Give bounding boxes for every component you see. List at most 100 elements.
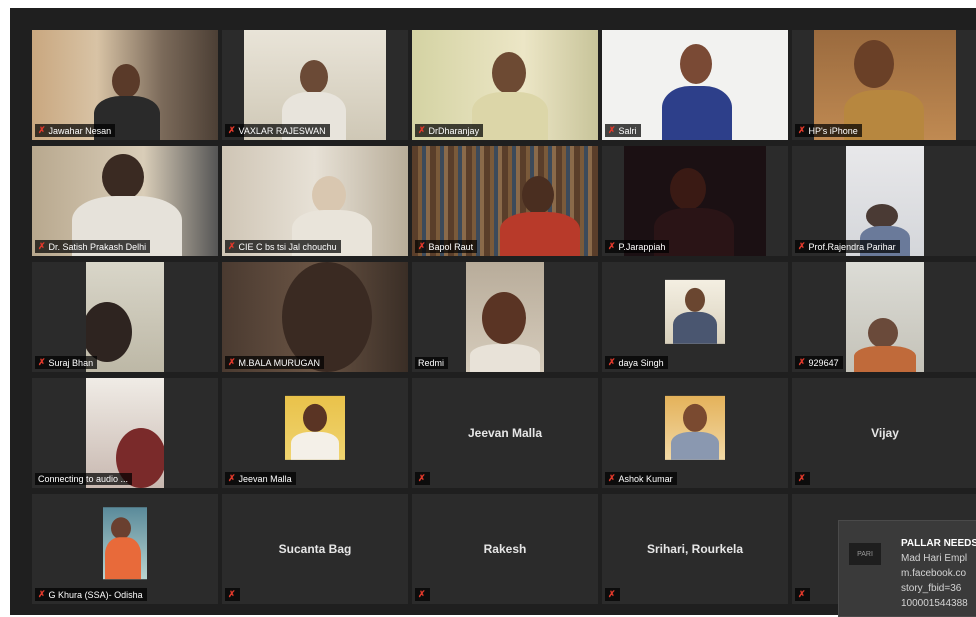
name-tag: ✗ 929647 [795,356,843,369]
participant-video [86,378,164,488]
participant-figure [522,176,554,214]
participant-tile[interactable]: ✗ M.BALA MURUGAN [222,262,408,372]
muted-mic-icon: ✗ [608,241,616,251]
participant-name: Dr. Satish Prakash Delhi [48,241,147,252]
participant-video [846,262,924,372]
participant-name: Prof.Rajendra Parihar [808,241,896,252]
notification-line: Mad Hari Empl [901,553,968,564]
participant-tile[interactable]: Jeevan Malla ✗ [412,378,598,488]
participant-tile[interactable]: ✗ Prof.Rajendra Parihar [792,146,976,256]
participant-figure [500,212,580,256]
name-tag: ✗ M.BALA MURUGAN [225,356,325,369]
participant-tile[interactable]: ✗ 929647 [792,262,976,372]
participant-tile[interactable]: ✗ Salri [602,30,788,140]
participant-name: Connecting to audio ... [38,474,129,484]
participant-tile[interactable]: ✗ VAXLAR RAJESWAN [222,30,408,140]
participant-tile[interactable]: Rakesh ✗ [412,494,598,604]
participant-figure [662,86,732,140]
participant-tile[interactable]: Vijay ✗ [792,378,976,488]
notification-title: PALLAR NEEDS [901,538,976,549]
muted-mic-icon: ✗ [38,125,46,135]
participant-figure [685,287,705,312]
name-tag: ✗ Salri [605,124,641,137]
notification-logo: PARI [849,543,881,565]
participant-figure [854,40,894,88]
muted-mic-icon: ✗ [418,589,426,599]
participant-figure [492,52,526,94]
participant-tile[interactable]: ✗ HP's iPhone [792,30,976,140]
name-tag: ✗ [225,588,240,601]
participant-tile[interactable]: ✗ Suraj Bhan [32,262,218,372]
participant-name: Bapol Raut [428,241,474,252]
participant-photo [665,395,725,460]
muted-mic-icon: ✗ [608,125,616,135]
notification-line: 100001544388 [901,598,968,609]
muted-mic-icon: ✗ [798,473,806,483]
participant-figure [111,517,131,540]
name-tag: ✗ [415,472,430,485]
muted-mic-icon: ✗ [798,589,806,599]
participant-figure [300,60,328,94]
name-tag: ✗ daya Singh [605,356,668,369]
participant-tile[interactable]: Connecting to audio ... [32,378,218,488]
participant-gallery: ✗ Jawahar Nesan ✗ VAXLAR RAJESWAN ✗ DrDhara… [32,30,976,615]
participant-display-name: Sucanta Bag [278,542,352,556]
participant-tile[interactable]: ✗ Dr. Satish Prakash Delhi [32,146,218,256]
participant-photo [285,395,345,460]
participant-name: DrDharanjay [428,125,480,136]
muted-mic-icon: ✗ [798,357,806,367]
name-tag: ✗ Jeevan Malla [225,472,296,485]
name-tag: ✗ Suraj Bhan [35,356,98,369]
participant-figure [670,168,706,210]
participant-figure [854,346,916,372]
muted-mic-icon: ✗ [418,241,426,251]
participant-figure [312,176,346,214]
participant-figure [86,302,132,362]
name-tag: ✗ CIE C bs tsi Jal chouchu [225,240,341,253]
participant-tile[interactable]: ✗ G Khura (SSA)- Odisha [32,494,218,604]
name-tag: ✗ [605,588,620,601]
muted-mic-icon: ✗ [228,241,236,251]
participant-tile[interactable]: ✗ DrDharanjay [412,30,598,140]
participant-figure [680,44,712,84]
participant-tile[interactable]: ✗ daya Singh [602,262,788,372]
participant-name: Suraj Bhan [48,357,94,368]
notification-popup[interactable]: PARI PALLAR NEEDS Mad Hari Empl m.facebo… [838,520,976,617]
name-tag: ✗ Dr. Satish Prakash Delhi [35,240,151,253]
participant-tile[interactable]: Sucanta Bag ✗ [222,494,408,604]
name-tag: ✗ Bapol Raut [415,240,478,253]
participant-figure [673,311,717,344]
participant-tile[interactable]: Srihari, Rourkela ✗ [602,494,788,604]
participant-tile[interactable]: ✗ P.Jarappiah [602,146,788,256]
muted-mic-icon: ✗ [608,589,616,599]
muted-mic-icon: ✗ [38,357,46,367]
name-tag: ✗ HP's iPhone [795,124,862,137]
participant-tile[interactable]: ✗ Ashok Kumar [602,378,788,488]
participant-name: daya Singh [618,357,664,368]
participant-name: P.Jarappiah [618,241,666,252]
participant-figure [105,537,141,580]
muted-mic-icon: ✗ [798,241,806,251]
name-tag: ✗ DrDharanjay [415,124,484,137]
participant-tile[interactable]: ✗ Jawahar Nesan [32,30,218,140]
participant-name: G Khura (SSA)- Odisha [48,589,143,600]
participant-name: Redmi [418,358,445,368]
participant-name: HP's iPhone [808,125,858,136]
participant-name: Jawahar Nesan [48,125,112,136]
muted-mic-icon: ✗ [228,473,236,483]
participant-tile[interactable]: ✗ Jeevan Malla [222,378,408,488]
participant-tile[interactable]: ✗ CIE C bs tsi Jal chouchu [222,146,408,256]
muted-mic-icon: ✗ [38,589,46,599]
participant-figure [683,403,707,432]
muted-mic-icon: ✗ [798,125,806,135]
participant-figure [102,154,144,200]
participant-photo [103,507,147,580]
participant-tile[interactable]: Redmi [412,262,598,372]
name-tag: ✗ [415,588,430,601]
participant-video [466,262,544,372]
participant-display-name: Srihari, Rourkela [646,542,744,556]
name-tag: ✗ G Khura (SSA)- Odisha [35,588,147,601]
participant-display-name: Jeevan Malla [467,426,543,440]
participant-figure [482,292,526,344]
participant-tile[interactable]: ✗ Bapol Raut [412,146,598,256]
